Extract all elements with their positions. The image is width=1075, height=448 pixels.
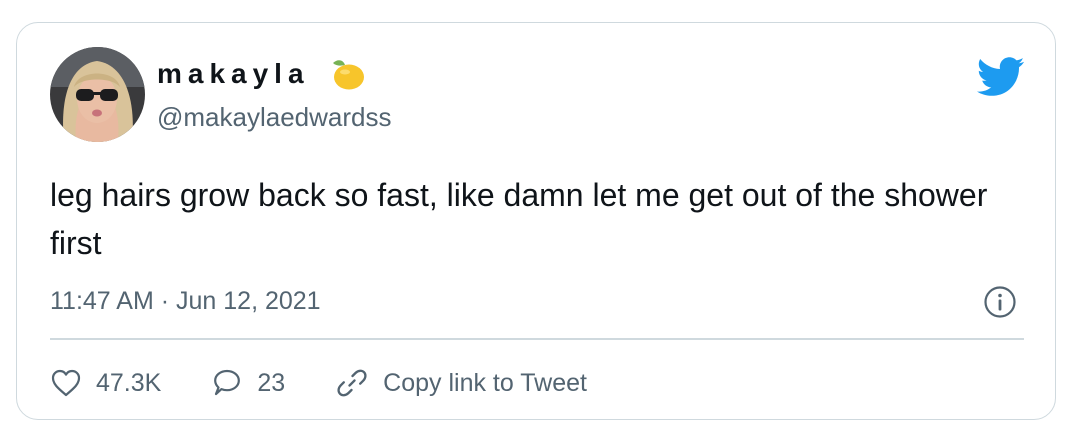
action-bar: 47.3K 23 Copy link to Tweet [50,361,587,405]
tweet-text: leg hairs grow back so fast, like damn l… [50,177,988,261]
heart-icon [51,369,81,397]
user-handle[interactable]: @makaylaedwardss [157,101,391,133]
avatar[interactable] [50,47,145,142]
link-icon [337,369,367,397]
tweet-time: 11:47 AM [50,287,154,315]
info-icon[interactable] [983,285,1017,319]
tweet-date: Jun 12, 2021 [176,287,321,315]
copy-link-button[interactable]: Copy link to Tweet [335,366,587,400]
divider [50,338,1024,340]
reply-bubble-icon [214,369,241,396]
like-button[interactable]: 47.3K [50,368,161,398]
like-count: 47.3K [96,368,162,397]
lemon-icon [327,57,367,93]
timestamp[interactable]: 11:47 AM · Jun 12, 2021 [50,285,321,317]
copy-link-label: Copy link to Tweet [383,368,587,397]
reply-count: 23 [257,368,286,397]
reply-button[interactable]: 23 [211,368,285,398]
timestamp-separator: · [160,287,170,315]
display-name[interactable]: makayla [157,57,310,91]
tweet-card[interactable]: makayla @makaylaedwardss leg hairs grow … [16,22,1056,420]
twitter-bird-icon[interactable] [976,57,1025,97]
